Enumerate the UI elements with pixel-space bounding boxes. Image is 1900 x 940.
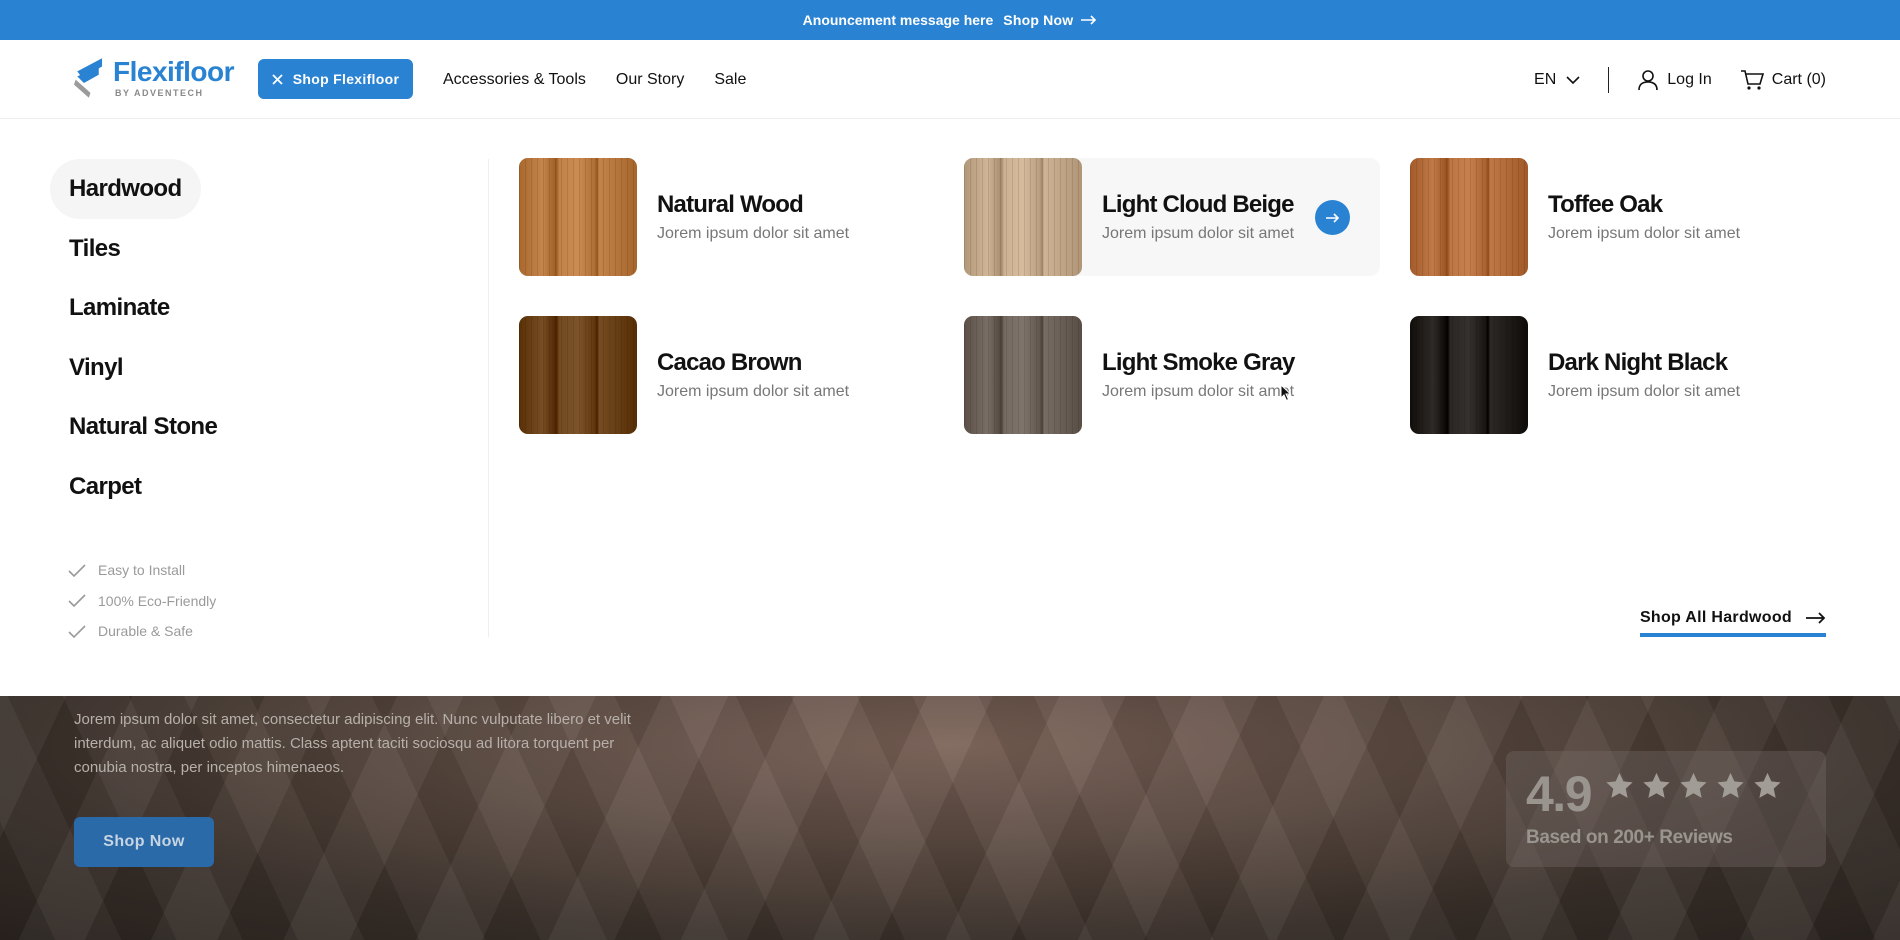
- shop-all-hardwood-link[interactable]: Shop All Hardwood: [1639, 609, 1826, 637]
- announcement-shop-now-link[interactable]: Shop Now: [1003, 12, 1097, 28]
- nav-accessories-tools[interactable]: Accessories & Tools: [443, 71, 586, 89]
- site-header: Flexifloor BY ADVENTECH Shop Flexifloor …: [0, 40, 1900, 119]
- category-laminate[interactable]: Laminate: [50, 278, 189, 338]
- product-thumbnail: [519, 316, 637, 434]
- logo-mark-icon: [74, 58, 103, 98]
- hero-section: Jorem ipsum dolor sit amet, consectetur …: [0, 696, 1900, 940]
- product-description: Jorem ipsum dolor sit amet: [1548, 225, 1741, 242]
- product-card-toffee-oak[interactable]: Toffee Oak Jorem ipsum dolor sit amet: [1410, 158, 1826, 276]
- login-label: Log In: [1667, 70, 1712, 88]
- shop-flexifloor-button[interactable]: Shop Flexifloor: [258, 59, 413, 99]
- feature-item: Durable & Safe: [68, 616, 216, 647]
- product-card-light-smoke-gray[interactable]: Light Smoke Gray Jorem ipsum dolor sit a…: [964, 316, 1380, 434]
- feature-label: 100% Eco-Friendly: [98, 592, 217, 609]
- product-thumbnail: [1410, 316, 1528, 434]
- product-name: Natural Wood: [657, 191, 804, 218]
- nav-sale[interactable]: Sale: [714, 71, 746, 89]
- product-card-dark-night-black[interactable]: Dark Night Black Jorem ipsum dolor sit a…: [1410, 316, 1826, 434]
- divider: [1608, 66, 1610, 93]
- product-go-button[interactable]: [1315, 200, 1350, 235]
- product-name: Light Smoke Gray: [1102, 349, 1295, 376]
- check-icon: [68, 564, 86, 577]
- rating-stars: [1604, 771, 1783, 801]
- login-link[interactable]: Log In: [1637, 69, 1712, 91]
- product-thumbnail: [964, 158, 1082, 276]
- arrow-right-icon: [1325, 212, 1339, 223]
- logo-name: Flexifloor: [112, 56, 235, 87]
- nav-our-story[interactable]: Our Story: [616, 71, 684, 89]
- arrow-right-icon: [1081, 15, 1097, 25]
- language-selector[interactable]: EN: [1534, 71, 1580, 89]
- main-nav: Accessories & Tools Our Story Sale: [443, 40, 746, 119]
- cart-label: Cart (0): [1771, 70, 1826, 88]
- product-name: Light Cloud Beige: [1102, 191, 1295, 218]
- product-card-natural-wood[interactable]: Natural Wood Jorem ipsum dolor sit amet: [519, 158, 935, 276]
- shop-all-label: Shop All Hardwood: [1639, 609, 1792, 626]
- product-description: Jorem ipsum dolor sit amet: [1102, 383, 1295, 400]
- cart-icon: [1740, 69, 1764, 90]
- chevron-down-icon: [1566, 75, 1580, 84]
- announcement-message: Anouncement message here: [802, 12, 994, 28]
- check-icon: [68, 625, 86, 638]
- check-icon: [68, 594, 86, 608]
- product-description: Jorem ipsum dolor sit amet: [657, 383, 850, 400]
- product-description: Jorem ipsum dolor sit amet: [1548, 383, 1741, 400]
- announcement-link-label: Shop Now: [1003, 12, 1074, 28]
- category-vinyl[interactable]: Vinyl: [50, 338, 142, 398]
- category-natural-stone[interactable]: Natural Stone: [50, 397, 236, 457]
- rating-card: 4.9 Based on 200+ Reviews: [1506, 751, 1826, 867]
- menu-divider: [488, 159, 489, 637]
- header-actions: EN Log In Cart (0): [1534, 40, 1826, 119]
- mega-menu: Hardwood Tiles Laminate Vinyl Natural St…: [0, 119, 1900, 696]
- category-hardwood[interactable]: Hardwood: [50, 159, 201, 219]
- feature-label: Easy to Install: [98, 562, 186, 579]
- product-card-cacao-brown[interactable]: Cacao Brown Jorem ipsum dolor sit amet: [519, 316, 935, 434]
- user-icon: [1638, 69, 1659, 90]
- language-label: EN: [1534, 70, 1557, 88]
- cart-link[interactable]: Cart (0): [1740, 69, 1826, 91]
- shop-button-label: Shop Flexifloor: [292, 71, 400, 87]
- star-icon: [1606, 772, 1633, 798]
- feature-item: Easy to Install: [68, 555, 216, 586]
- feature-label: Durable & Safe: [98, 623, 193, 640]
- category-tiles[interactable]: Tiles: [50, 219, 139, 279]
- logo[interactable]: Flexifloor BY ADVENTECH: [74, 50, 235, 106]
- feature-item: 100% Eco-Friendly: [68, 586, 216, 617]
- product-name: Dark Night Black: [1548, 349, 1728, 376]
- product-name: Cacao Brown: [657, 349, 802, 376]
- category-list: Hardwood Tiles Laminate Vinyl Natural St…: [50, 159, 450, 516]
- star-icon: [1643, 772, 1670, 798]
- star-icon: [1717, 772, 1744, 798]
- product-thumbnail: [1410, 158, 1528, 276]
- star-icon: [1754, 772, 1781, 798]
- announcement-bar: Anouncement message here Shop Now: [0, 0, 1900, 40]
- close-icon: [272, 73, 283, 85]
- product-name: Toffee Oak: [1548, 191, 1663, 218]
- rating-score: 4.9: [1526, 766, 1593, 822]
- star-icon: [1680, 772, 1707, 798]
- product-description: Jorem ipsum dolor sit amet: [1102, 225, 1295, 242]
- mouse-cursor-icon: [1280, 384, 1292, 402]
- arrow-right-icon: [1806, 612, 1826, 624]
- feature-list: Easy to Install 100% Eco-Friendly Durabl…: [68, 555, 216, 647]
- hero-text: Jorem ipsum dolor sit amet, consectetur …: [74, 711, 631, 776]
- logo-text: Flexifloor BY ADVENTECH: [112, 56, 235, 98]
- category-carpet[interactable]: Carpet: [50, 457, 160, 517]
- product-description: Jorem ipsum dolor sit amet: [657, 225, 850, 242]
- product-card-light-cloud-beige[interactable]: Light Cloud Beige Jorem ipsum dolor sit …: [964, 158, 1380, 276]
- product-thumbnail: [964, 316, 1082, 434]
- rating-label: Based on 200+ Reviews: [1526, 827, 1733, 848]
- logo-subtitle: BY ADVENTECH: [114, 88, 204, 98]
- product-thumbnail: [519, 158, 637, 276]
- hero-shop-now-button[interactable]: Shop Now: [74, 817, 214, 867]
